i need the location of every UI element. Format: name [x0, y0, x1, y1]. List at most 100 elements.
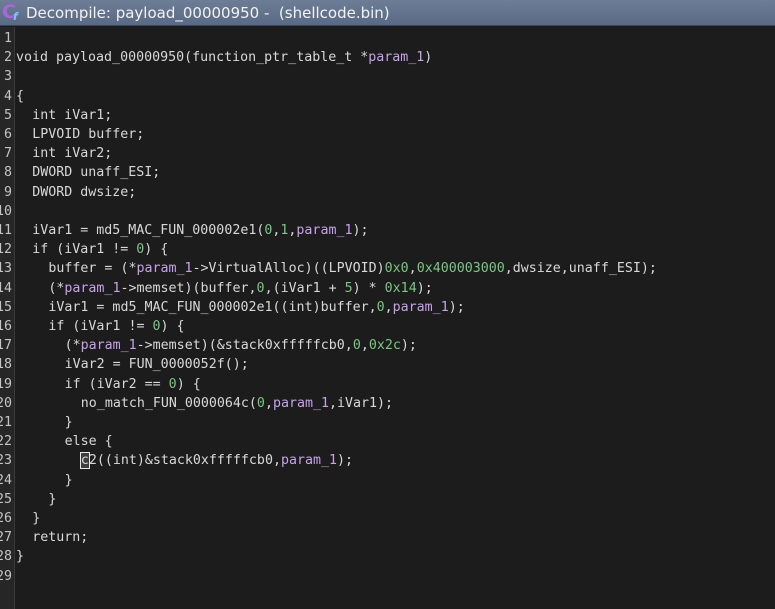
code-line[interactable]: int iVar1;	[32, 106, 112, 125]
code-token[interactable]: DWORD unaff_ESI;	[32, 165, 160, 180]
line-number: 7	[3, 146, 12, 162]
code-token[interactable]: param_1	[64, 281, 120, 296]
code-token[interactable]: 0x2c	[369, 338, 401, 353]
code-token[interactable]: ,	[409, 261, 417, 276]
code-token[interactable]: {	[16, 89, 24, 104]
code-token[interactable]: );	[417, 281, 433, 296]
code-line[interactable]: LPVOID buffer;	[32, 125, 144, 144]
code-token[interactable]: ,iVar1);	[329, 396, 393, 411]
code-token[interactable]: }	[32, 511, 40, 526]
code-token[interactable]: ((int)&stack0xfffffcb0,	[97, 453, 281, 468]
code-token[interactable]: ->memset)(&stack0xfffffcb0,	[137, 338, 353, 353]
code-line[interactable]: }	[65, 413, 73, 432]
decompiler-view[interactable]: 1234567891011121314151617181920212223242…	[0, 27, 775, 609]
code-token[interactable]: ) *	[353, 281, 385, 296]
code-token[interactable]: (*	[65, 338, 81, 353]
code-token[interactable]: iVar2 = FUN_0000052f();	[65, 357, 249, 372]
code-line[interactable]: DWORD unaff_ESI;	[32, 163, 160, 182]
code-token[interactable]: iVar1 = md5_MAC_FUN_000002e1((int)buffer…	[48, 300, 376, 315]
code-token[interactable]: );	[401, 338, 417, 353]
line-number: 1	[3, 31, 12, 46]
code-line[interactable]: if (iVar1 != 0) {	[32, 240, 168, 259]
code-line[interactable]: (*param_1->memset)(&stack0xfffffcb0,0,0x…	[65, 336, 417, 355]
code-token[interactable]: param_1	[273, 396, 329, 411]
code-token[interactable]: param_1	[136, 261, 192, 276]
code-token[interactable]: 2	[89, 453, 97, 468]
code-token[interactable]: void payload_00000950(function_ptr_table…	[16, 50, 368, 65]
code-token[interactable]: param_1	[368, 50, 424, 65]
line-number: 16	[0, 319, 12, 334]
code-token[interactable]: 5	[345, 281, 353, 296]
code-token[interactable]: if (iVar1 !=	[48, 319, 152, 334]
code-token[interactable]: }	[48, 492, 56, 507]
line-number: 11	[0, 223, 12, 238]
code-token[interactable]: }	[65, 473, 73, 488]
code-line[interactable]: no_match_FUN_0000064c(0,param_1,iVar1);	[81, 394, 393, 413]
code-line[interactable]: {	[16, 87, 24, 106]
code-line[interactable]: int iVar2;	[32, 144, 112, 163]
code-line[interactable]: void payload_00000950(function_ptr_table…	[16, 48, 432, 67]
code-token[interactable]: param_1	[81, 338, 137, 353]
code-line[interactable]: buffer = (*param_1->VirtualAlloc)((LPVOI…	[48, 259, 656, 278]
code-token[interactable]: ->VirtualAlloc)((LPVOID)	[193, 261, 385, 276]
code-line[interactable]: iVar1 = md5_MAC_FUN_000002e1(0,1,param_1…	[32, 221, 368, 240]
code-token[interactable]: ,	[265, 396, 273, 411]
line-number: 26	[0, 511, 12, 526]
code-line[interactable]: iVar2 = FUN_0000052f();	[65, 355, 249, 374]
code-token[interactable]: 0	[257, 281, 265, 296]
code-token[interactable]: if (iVar2 ==	[65, 377, 169, 392]
code-token[interactable]: 0x400003000	[417, 261, 505, 276]
code-line[interactable]: if (iVar1 != 0) {	[48, 317, 184, 336]
code-token[interactable]: );	[449, 300, 465, 315]
code-token[interactable]: param_1	[393, 300, 449, 315]
code-line[interactable]: if (iVar2 == 0) {	[65, 375, 201, 394]
code-token[interactable]: ,dwsize,unaff_ESI);	[505, 261, 657, 276]
code-token[interactable]: 0	[353, 338, 361, 353]
code-token[interactable]: no_match_FUN_0000064c(	[81, 396, 257, 411]
code-token[interactable]: (*	[48, 281, 64, 296]
line-number: 14	[0, 280, 12, 296]
line-number: 20	[0, 395, 12, 411]
code-token[interactable]: 0x14	[385, 281, 417, 296]
code-token[interactable]: ) {	[177, 377, 201, 392]
code-token[interactable]: ) {	[160, 319, 184, 334]
code-token[interactable]: }	[65, 415, 73, 430]
code-token[interactable]: buffer = (*	[48, 261, 136, 276]
code-token[interactable]: }	[16, 549, 24, 564]
code-token[interactable]: ,(iVar1 +	[265, 281, 345, 296]
code-line[interactable]: }	[48, 490, 56, 509]
code-token[interactable]: 0	[377, 300, 385, 315]
code-line[interactable]: (*param_1->memset)(buffer,0,(iVar1 + 5) …	[48, 279, 432, 298]
code-line[interactable]: }	[16, 547, 24, 566]
code-token[interactable]: param_1	[296, 223, 352, 238]
line-number: 2	[3, 50, 12, 66]
code-token[interactable]: else {	[65, 434, 113, 449]
code-token[interactable]: if (iVar1 !=	[32, 242, 136, 257]
code-token[interactable]: DWORD dwsize;	[32, 185, 136, 200]
cursor-token[interactable]: c	[79, 452, 90, 470]
code-token[interactable]: )	[424, 50, 432, 65]
code-line[interactable]: }	[65, 471, 73, 490]
code-token[interactable]: iVar1 = md5_MAC_FUN_000002e1(	[32, 223, 264, 238]
code-area[interactable]: void payload_00000950(function_ptr_table…	[15, 27, 775, 609]
code-token[interactable]: ,	[385, 300, 393, 315]
code-token[interactable]: ) {	[144, 242, 168, 257]
code-line[interactable]: DWORD dwsize;	[32, 183, 136, 202]
code-token[interactable]: int iVar1;	[32, 108, 112, 123]
code-line[interactable]: }	[32, 509, 40, 528]
code-token[interactable]: ,	[361, 338, 369, 353]
code-line[interactable]: return;	[32, 528, 88, 547]
code-token[interactable]: ->memset)(buffer,	[120, 281, 256, 296]
code-line[interactable]: iVar1 = md5_MAC_FUN_000002e1((int)buffer…	[48, 298, 464, 317]
code-line[interactable]: c2((int)&stack0xfffffcb0,param_1);	[79, 451, 353, 470]
code-token[interactable]: LPVOID buffer;	[32, 127, 144, 142]
code-token[interactable]: return;	[32, 530, 88, 545]
code-line[interactable]: else {	[65, 432, 113, 451]
code-token[interactable]: param_1	[281, 453, 337, 468]
code-token[interactable]: int iVar2;	[32, 146, 112, 161]
code-token[interactable]: 0x0	[385, 261, 409, 276]
code-token[interactable]: 0	[169, 377, 177, 392]
code-token[interactable]: 0	[257, 396, 265, 411]
code-token[interactable]: );	[352, 223, 368, 238]
code-token[interactable]: );	[337, 453, 353, 468]
